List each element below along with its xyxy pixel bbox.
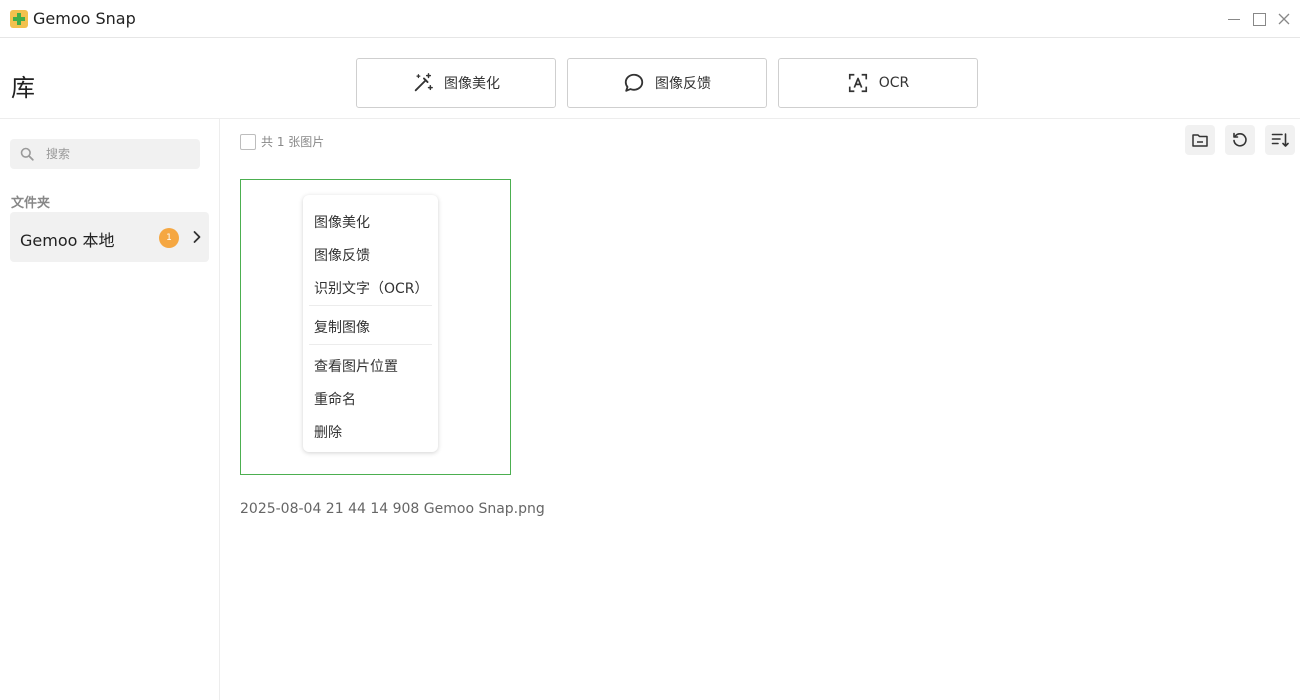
menu-divider xyxy=(309,344,432,345)
app-title: Gemoo Snap xyxy=(33,9,136,28)
search-box[interactable] xyxy=(10,139,200,169)
chat-bubble-icon xyxy=(624,73,644,92)
refresh-icon xyxy=(1233,132,1247,147)
menu-item-beautify[interactable]: 图像美化 xyxy=(314,212,370,232)
search-input[interactable] xyxy=(46,139,196,169)
close-button[interactable] xyxy=(1274,9,1294,29)
menu-item-show-location[interactable]: 查看图片位置 xyxy=(314,356,398,376)
feedback-button-label: 图像反馈 xyxy=(655,76,711,92)
sidebar-item-label: Gemoo 本地 xyxy=(20,231,115,250)
menu-item-delete[interactable]: 删除 xyxy=(314,422,342,442)
image-count-text: 共 1 张图片 xyxy=(261,135,325,149)
beautify-button-label: 图像美化 xyxy=(444,76,500,92)
beautify-button[interactable]: 图像美化 xyxy=(356,58,556,108)
menu-item-feedback[interactable]: 图像反馈 xyxy=(314,245,370,265)
select-all-checkbox[interactable] xyxy=(240,134,256,150)
sidebar-item-gemoo-local[interactable]: Gemoo 本地 1 xyxy=(10,212,209,262)
minimize-button[interactable] xyxy=(1224,9,1244,29)
sidebar-divider xyxy=(219,119,220,700)
sort-button[interactable] xyxy=(1265,125,1295,155)
count-badge: 1 xyxy=(159,228,179,248)
menu-item-ocr[interactable]: 识别文字（OCR） xyxy=(314,278,429,298)
folder-icon xyxy=(1192,134,1208,147)
image-file-name: 2025-08-04 21 44 14 908 Gemoo Snap.png xyxy=(240,501,545,517)
chevron-right-icon xyxy=(193,231,201,243)
feedback-button[interactable]: 图像反馈 xyxy=(567,58,767,108)
menu-item-copy-image[interactable]: 复制图像 xyxy=(314,317,370,337)
ocr-button[interactable]: OCR xyxy=(778,58,978,108)
menu-item-rename[interactable]: 重命名 xyxy=(314,389,356,409)
app-logo-icon xyxy=(10,10,28,28)
title-bar: Gemoo Snap xyxy=(0,0,1300,38)
folder-section-header: 文件夹 xyxy=(11,196,51,211)
sort-icon xyxy=(1271,133,1289,147)
ocr-button-label: OCR xyxy=(878,75,910,91)
text-scan-icon xyxy=(848,73,867,93)
magic-wand-icon xyxy=(414,73,433,92)
search-icon xyxy=(20,147,34,161)
context-menu: 图像美化 图像反馈 识别文字（OCR） 复制图像 查看图片位置 重命名 删除 xyxy=(303,195,438,452)
close-icon xyxy=(1278,13,1290,25)
menu-divider xyxy=(309,305,432,306)
page-title: 库 xyxy=(11,74,35,102)
maximize-button[interactable] xyxy=(1249,9,1269,29)
header-divider xyxy=(0,118,1300,119)
open-folder-button[interactable] xyxy=(1185,125,1215,155)
refresh-button[interactable] xyxy=(1225,125,1255,155)
